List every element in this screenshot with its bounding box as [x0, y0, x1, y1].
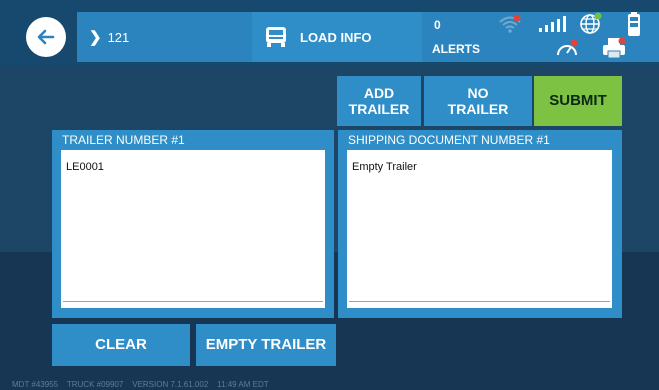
no-trailer-label-line1: NO — [467, 84, 489, 101]
clear-label: CLEAR — [95, 336, 147, 354]
add-trailer-label-line1: ADD — [363, 84, 395, 101]
load-info-label: LOAD INFO — [300, 29, 372, 45]
battery-icon — [628, 12, 640, 36]
alerts-tab[interactable]: 0 ALERTS — [422, 12, 527, 62]
gauge-icon — [557, 39, 578, 56]
trailer-number-underline — [63, 301, 323, 302]
trailer-number-title: TRAILER NUMBER #1 — [62, 133, 185, 147]
back-button[interactable] — [26, 17, 66, 57]
alerts-label: ALERTS — [432, 42, 480, 56]
trip-selector[interactable]: ❯ 121 — [77, 12, 252, 62]
footer-time: 11:49 AM EDT — [217, 380, 269, 389]
empty-trailer-button[interactable]: EMPTY TRAILER — [196, 324, 336, 366]
no-trailer-label-line2: TRAILER — [447, 101, 509, 117]
wifi-off-icon — [499, 14, 521, 33]
footer-truck: TRUCK #09907 — [66, 380, 124, 389]
alerts-count: 0 — [434, 18, 441, 32]
chevron-right-icon: ❯ — [89, 29, 102, 46]
trip-number: 121 — [107, 29, 130, 45]
clear-button[interactable]: CLEAR — [52, 324, 190, 366]
shipping-document-underline — [349, 301, 610, 302]
truck-icon — [266, 27, 286, 47]
top-bar: ❯ 121 LOAD INFO 0 ALERTS — [0, 0, 659, 66]
footer-status: MDT #43955 TRUCK #09907 VERSION 7.1.61.0… — [12, 380, 269, 389]
trailer-number-input[interactable]: LE0001 — [61, 150, 325, 308]
footer-mdt: MDT #43955 — [12, 380, 59, 389]
globe-icon — [580, 12, 602, 34]
shipping-document-input[interactable]: Empty Trailer — [347, 150, 612, 308]
empty-trailer-label: EMPTY TRAILER — [205, 336, 327, 354]
shipping-document-title: SHIPPING DOCUMENT NUMBER #1 — [348, 133, 550, 147]
status-area — [527, 12, 659, 62]
shipping-document-value: Empty Trailer — [352, 161, 417, 173]
add-trailer-button[interactable]: ADD TRAILER — [337, 76, 421, 126]
shipping-document-panel: SHIPPING DOCUMENT NUMBER #1 Empty Traile… — [338, 130, 622, 318]
trailer-number-panel: TRAILER NUMBER #1 LE0001 — [52, 130, 334, 318]
load-info-tab[interactable]: LOAD INFO — [252, 12, 422, 62]
no-trailer-button[interactable]: NO TRAILER — [424, 76, 532, 126]
trailer-number-value: LE0001 — [66, 161, 104, 173]
submit-label: SUBMIT — [549, 92, 607, 110]
add-trailer-label-line2: TRAILER — [348, 101, 410, 117]
submit-button[interactable]: SUBMIT — [534, 76, 622, 126]
footer-version: VERSION 7.1.61.002 — [132, 380, 209, 389]
signal-bars-icon — [539, 16, 566, 32]
back-arrow-icon — [37, 29, 55, 45]
printer-icon — [603, 37, 626, 59]
